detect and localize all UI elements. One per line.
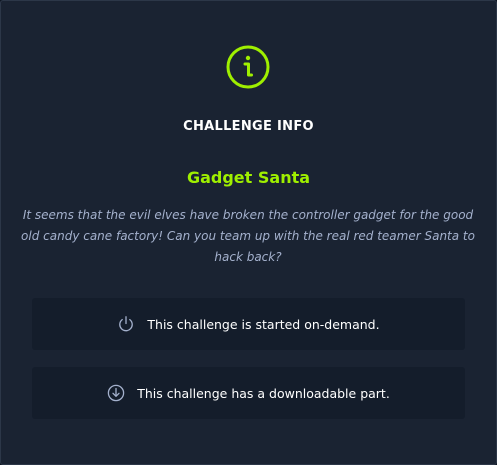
challenge-description: It seems that the evil elves have broken… (21, 208, 475, 264)
challenge-title: Gadget Santa (186, 168, 311, 187)
info-circle-icon (226, 45, 270, 89)
power-icon (117, 315, 135, 333)
on-demand-text: This challenge is started on-demand. (147, 316, 380, 332)
download-circle-icon (107, 384, 125, 402)
modal-heading: CHALLENGE INFO (183, 119, 314, 134)
downloadable-info-row: This challenge has a downloadable part. (32, 367, 465, 419)
downloadable-text: This challenge has a downloadable part. (137, 385, 390, 401)
challenge-info-modal: CHALLENGE INFO Gadget Santa It seems tha… (0, 0, 497, 465)
on-demand-info-row: This challenge is started on-demand. (32, 298, 465, 350)
